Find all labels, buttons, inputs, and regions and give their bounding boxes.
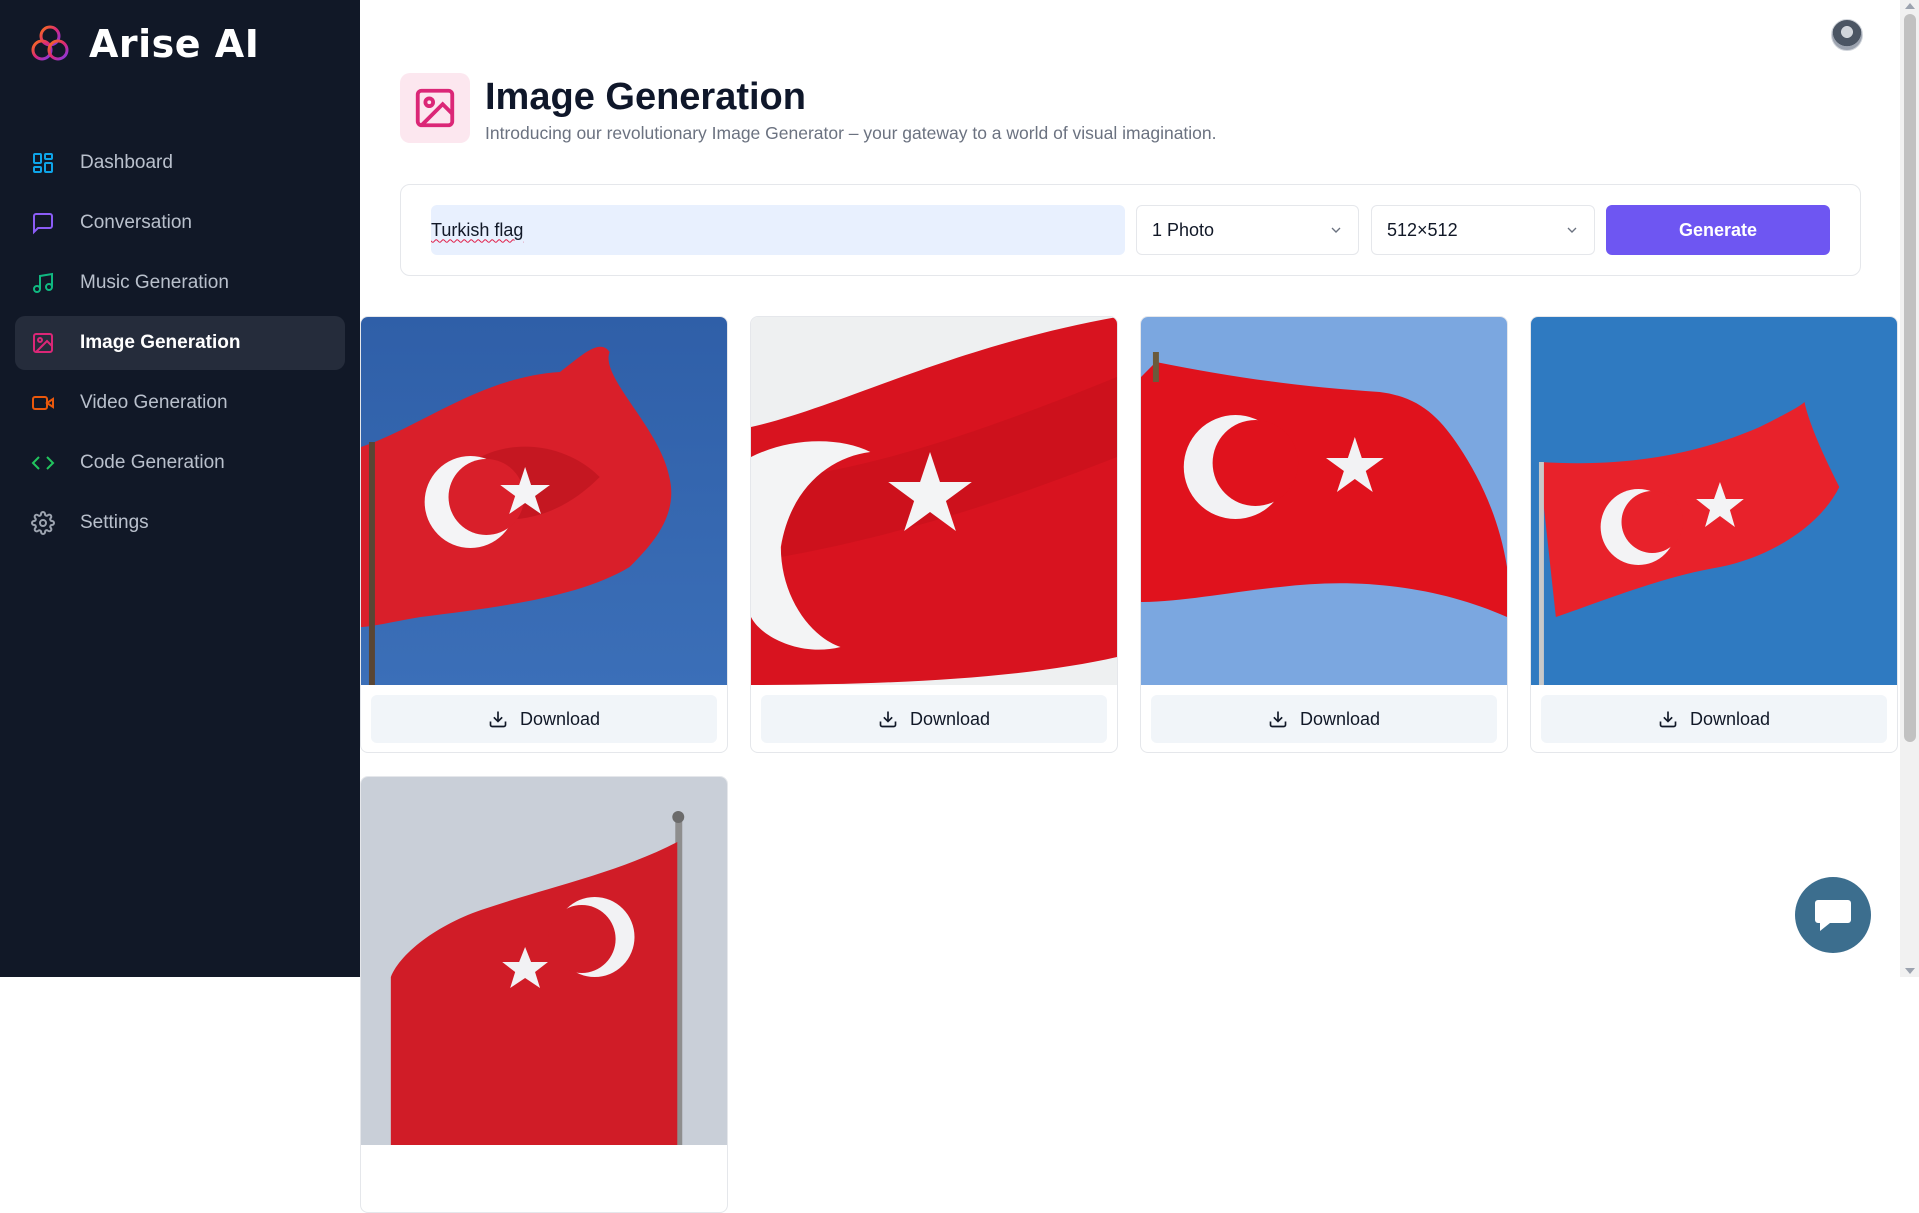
chevron-down-icon <box>1331 227 1341 233</box>
avatar[interactable] <box>1831 19 1863 51</box>
sidebar-item-conversation[interactable]: Conversation <box>15 196 345 250</box>
generation-form: Turkish flag 1 Photo 512×512 Generate <box>400 184 1861 276</box>
generated-image[interactable] <box>361 777 727 1145</box>
music-icon <box>30 270 56 296</box>
resolution-value: 512×512 <box>1387 219 1458 240</box>
download-icon <box>1659 711 1677 728</box>
result-card: Download <box>1140 316 1508 753</box>
scroll-down-arrow-icon[interactable] <box>1905 968 1915 974</box>
sidebar-item-settings[interactable]: Settings <box>15 496 345 550</box>
download-button[interactable]: Download <box>1541 695 1887 743</box>
prompt-input[interactable]: Turkish flag <box>431 205 1125 255</box>
message-square-icon <box>30 210 56 236</box>
download-icon <box>879 711 897 728</box>
main-content: Image Generation Introducing our revolut… <box>360 0 1900 1213</box>
photo-count-value: 1 Photo <box>1152 219 1215 240</box>
chevron-down-icon <box>1567 227 1577 233</box>
download-icon <box>489 711 507 728</box>
result-card: Download <box>1530 316 1898 753</box>
logo-icon <box>31 25 69 61</box>
chat-bubble-icon <box>1815 900 1851 931</box>
download-button[interactable]: Download <box>761 695 1107 743</box>
download-label: Download <box>1299 708 1381 729</box>
sidebar-nav: Dashboard Conversation Music Generation … <box>15 136 345 556</box>
download-button[interactable]: Download <box>371 695 717 743</box>
download-label: Download <box>519 708 601 729</box>
sidebar: Arise AI Dashboard Conversation Music Ge… <box>0 0 360 977</box>
sidebar-item-music-generation[interactable]: Music Generation <box>15 256 345 310</box>
download-button[interactable]: Download <box>1151 695 1497 743</box>
header-icon-box <box>400 73 470 143</box>
page-title: Image Generation <box>485 76 806 118</box>
result-card: Download <box>360 316 728 753</box>
generated-image[interactable] <box>1531 317 1897 685</box>
generate-button[interactable]: Generate <box>1606 205 1830 255</box>
chat-button[interactable] <box>1795 877 1871 953</box>
sidebar-item-label: Video Generation <box>80 392 228 413</box>
scroll-up-arrow-icon[interactable] <box>1905 3 1915 9</box>
sidebar-item-video-generation[interactable]: Video Generation <box>15 376 345 430</box>
sidebar-item-label: Code Generation <box>80 452 225 473</box>
download-label: Download <box>909 708 991 729</box>
brand[interactable]: Arise AI <box>29 22 259 66</box>
sidebar-item-label: Settings <box>80 512 149 533</box>
download-icon <box>1269 711 1287 728</box>
page-header: Image Generation Introducing our revolut… <box>400 73 1217 144</box>
result-card <box>360 776 728 1213</box>
download-label: Download <box>1689 708 1771 729</box>
sidebar-item-label: Music Generation <box>80 272 229 293</box>
image-icon <box>415 88 455 128</box>
image-icon <box>30 330 56 356</box>
page-subtitle: Introducing our revolutionary Image Gene… <box>485 123 1217 143</box>
prompt-input-value: Turkish flag <box>431 219 524 240</box>
photo-count-select[interactable]: 1 Photo <box>1136 205 1359 255</box>
brand-name: Arise AI <box>89 22 260 66</box>
sidebar-item-image-generation[interactable]: Image Generation <box>15 316 345 370</box>
scroll-thumb[interactable] <box>1904 14 1916 742</box>
scrollbar[interactable] <box>1900 0 1919 977</box>
code-icon <box>30 450 56 476</box>
gear-icon <box>30 510 56 536</box>
generated-image[interactable] <box>751 317 1117 685</box>
sidebar-item-label: Conversation <box>80 212 192 233</box>
dashboard-icon <box>30 150 56 176</box>
resolution-select[interactable]: 512×512 <box>1371 205 1595 255</box>
generated-image[interactable] <box>1141 317 1507 685</box>
sidebar-item-code-generation[interactable]: Code Generation <box>15 436 345 490</box>
result-card: Download <box>750 316 1118 753</box>
sidebar-item-label: Dashboard <box>80 152 173 173</box>
sidebar-item-label: Image Generation <box>80 332 241 353</box>
generated-image[interactable] <box>361 317 727 685</box>
sidebar-item-dashboard[interactable]: Dashboard <box>15 136 345 190</box>
video-icon <box>30 390 56 416</box>
